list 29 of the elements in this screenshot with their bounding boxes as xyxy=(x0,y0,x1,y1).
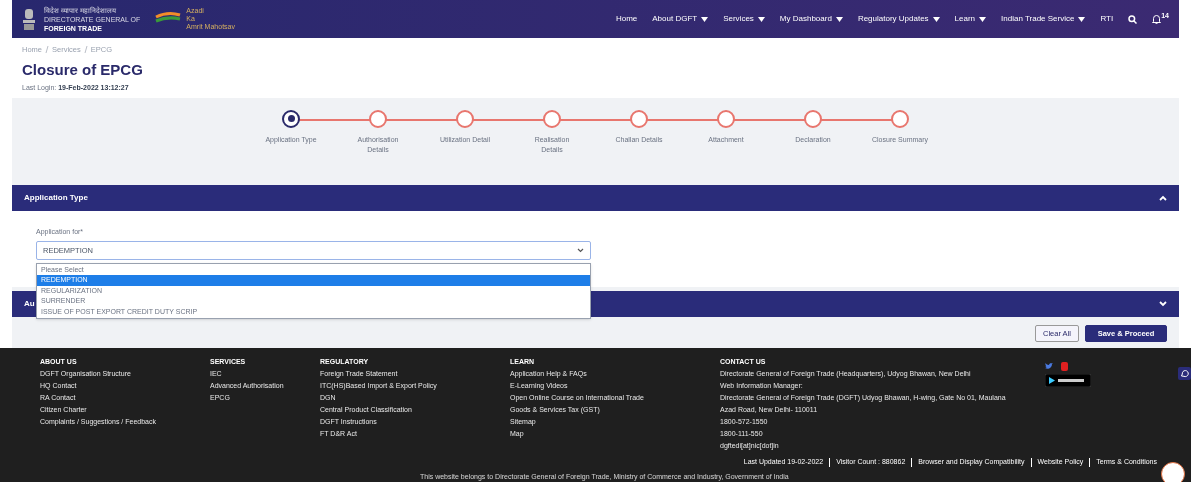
panel-header[interactable]: Application Type xyxy=(12,184,1179,211)
nav-link[interactable]: Home xyxy=(615,13,638,25)
nav-link[interactable]: About DGFT xyxy=(652,13,709,25)
video-icon[interactable] xyxy=(1061,361,1068,371)
nav-link[interactable]: Regulatory Updates xyxy=(857,13,940,25)
nav-link[interactable]: My Dashboard xyxy=(779,13,843,25)
panel-title: Au xyxy=(24,297,35,310)
caret-icon[interactable] xyxy=(1078,16,1086,22)
bell-icon[interactable] xyxy=(1152,14,1162,24)
search-icon[interactable] xyxy=(1128,14,1138,24)
caret-icon[interactable] xyxy=(757,16,765,22)
page-title: Closure of EPCG xyxy=(22,60,144,81)
caret-icon[interactable] xyxy=(835,16,843,22)
caret-icon[interactable] xyxy=(701,16,709,22)
chevron-down-icon[interactable] xyxy=(577,248,584,254)
nav-link[interactable]: RTI xyxy=(1100,13,1114,25)
bird-icon[interactable] xyxy=(1045,362,1053,370)
play-store-badge-icon[interactable] xyxy=(1045,373,1091,387)
chat-icon[interactable] xyxy=(1178,367,1191,380)
caret-icon[interactable] xyxy=(979,16,987,22)
nav-link[interactable]: Indian Trade Service xyxy=(1001,13,1086,25)
slash-icon xyxy=(83,46,88,54)
slash-icon xyxy=(45,46,49,54)
chevron-up-icon[interactable] xyxy=(1159,194,1167,201)
nav-link[interactable]: Learn xyxy=(954,13,987,25)
nav-link[interactable]: Services xyxy=(723,13,765,25)
emblem-icon xyxy=(22,7,36,31)
caret-icon[interactable] xyxy=(932,16,940,22)
panel-title: Application Type xyxy=(24,191,88,204)
